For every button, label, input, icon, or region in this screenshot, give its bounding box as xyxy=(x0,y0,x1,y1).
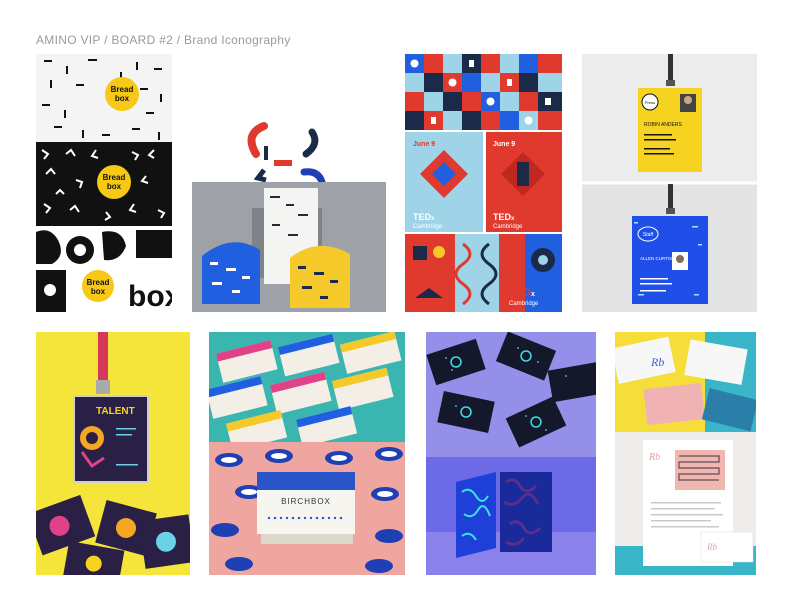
dark-cards-art xyxy=(426,332,596,575)
tedx-art: June 9 TEDx Cambridge June 9 TEDx Cambri… xyxy=(405,54,562,312)
svg-text:Rb: Rb xyxy=(648,452,660,463)
svg-text:Bread: Bread xyxy=(111,85,134,94)
stationery-icon-tile xyxy=(192,54,386,312)
board-title: AMINO VIP / BOARD #2 / Brand Iconography xyxy=(36,33,291,47)
svg-text:Rb: Rb xyxy=(706,542,717,552)
tedx-city-3: Cambridge xyxy=(509,301,539,307)
breadbox-big-word: box xyxy=(128,280,172,312)
tedx-city-1: Cambridge xyxy=(413,224,443,230)
birchbox-cards-tile: BIRCHBOX xyxy=(209,332,405,575)
talent-word: TALENT xyxy=(96,406,135,417)
tedx-tile: June 9 TEDx Cambridge June 9 TEDx Cambri… xyxy=(405,54,562,312)
talent-badge-tile: TALENT xyxy=(36,332,190,575)
tedx-date-1: June 9 xyxy=(413,141,435,148)
svg-text:Bread: Bread xyxy=(87,278,110,287)
tedx-city-2: Cambridge xyxy=(493,224,523,230)
pink-stationery-tile: Rb Rb Rb xyxy=(615,332,756,575)
svg-text:Bread: Bread xyxy=(103,173,126,182)
badges-art: Press ROBIN ANDERS Staff ALLEN CURTIS xyxy=(582,54,757,312)
svg-text:box: box xyxy=(107,182,122,191)
birchbox-word: BIRCHBOX xyxy=(281,497,331,506)
breadbox-pattern-tile: Bread box Bread box Bread box box xyxy=(36,54,172,312)
badge-name-2: ALLEN CURTIS xyxy=(640,256,672,261)
breadbox-pattern-art: Bread box Bread box Bread box box xyxy=(36,54,172,312)
badge-staff-label: Staff xyxy=(643,232,654,238)
stationery-icon-art xyxy=(192,122,386,312)
dark-cards-tile xyxy=(426,332,596,575)
pink-stationery-art: Rb Rb Rb xyxy=(615,332,756,575)
svg-text:box: box xyxy=(91,287,106,296)
tedx-date-2: June 9 xyxy=(493,141,515,148)
talent-badge-art: TALENT xyxy=(36,332,190,575)
svg-text:Rb: Rb xyxy=(650,355,664,369)
badges-tile: Press ROBIN ANDERS Staff ALLEN CURTIS xyxy=(582,54,757,312)
birchbox-cards-art: BIRCHBOX xyxy=(209,332,405,575)
badge-press-label: Press xyxy=(645,100,655,105)
svg-text:box: box xyxy=(115,94,130,103)
badge-name-1: ROBIN ANDERS xyxy=(644,122,682,128)
